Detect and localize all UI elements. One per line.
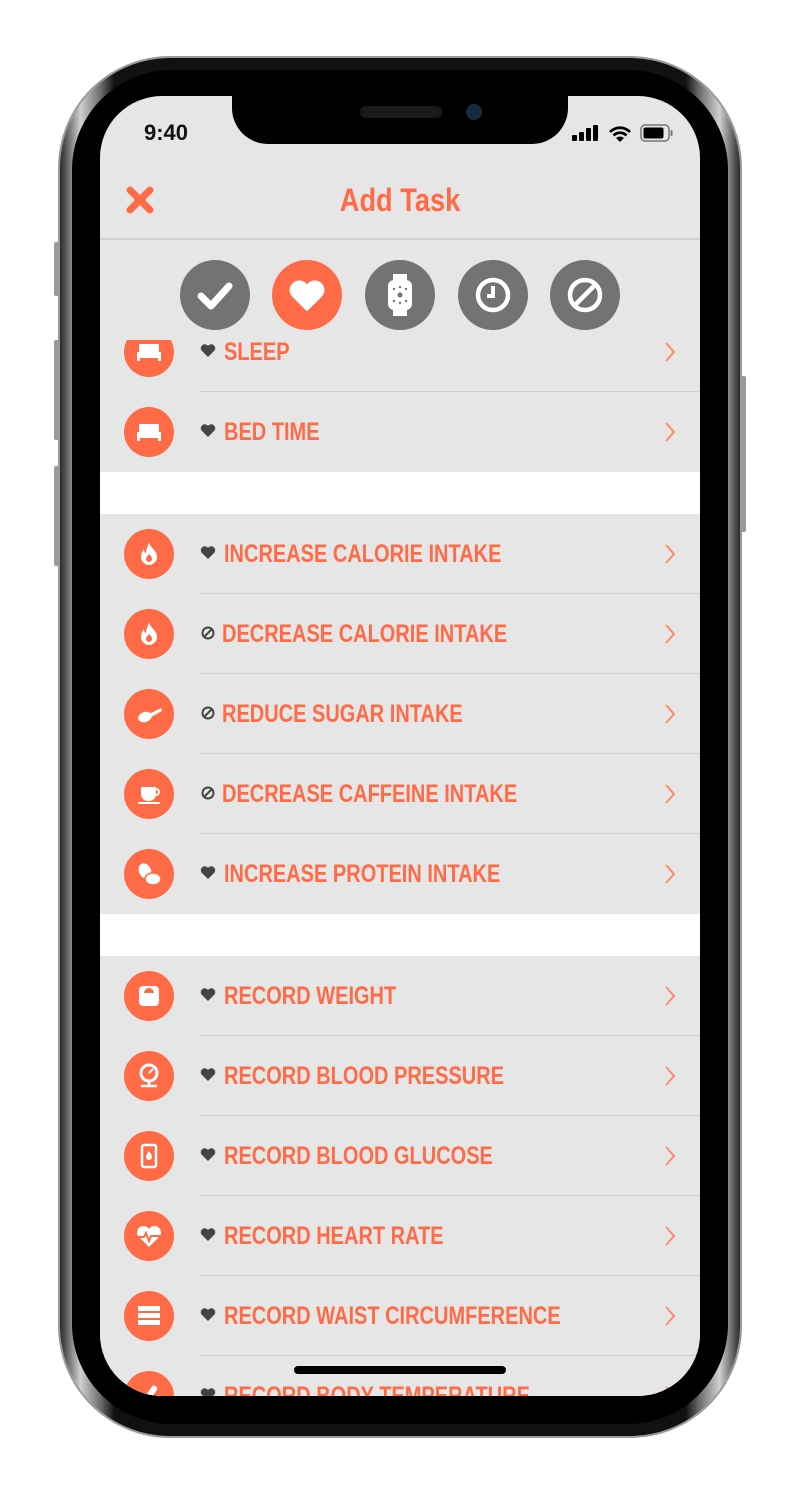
ban-icon [201,706,215,720]
task-label: DECREASE CALORIE INTAKE [222,620,508,648]
task-row-increase-protein-intake[interactable]: INCREASE PROTEIN INTAKE [100,834,700,914]
screen: 9:40 Add Task SLEEP BED TIME INCREASE CALO… [100,96,700,1396]
filter-watch-button[interactable] [365,260,435,330]
task-section: SLEEP BED TIME [100,340,700,472]
section-spacer [100,472,700,514]
heart-icon [200,1148,216,1161]
ban-icon [567,277,603,313]
volume-down-button [54,466,60,566]
bed-icon [124,340,174,377]
scale-icon [124,971,174,1021]
task-row-record-waist-circumference[interactable]: RECORD WAIST CIRCUMFERENCE [100,1276,700,1356]
chevron-right-icon [665,986,676,1006]
spoon-icon [124,689,174,739]
task-section: INCREASE CALORIE INTAKE DECREASE CALORIE … [100,514,700,914]
ban-icon [201,786,215,800]
camera [466,104,482,120]
tape-measure-icon [124,1291,174,1341]
speaker [360,106,442,118]
chevron-right-icon [665,544,676,564]
chevron-right-icon [665,704,676,724]
heart-icon [200,1068,216,1081]
glucose-meter-icon [124,1131,174,1181]
page-title: Add Task [339,182,461,218]
task-label: RECORD BODY TEMPERATURE [224,1382,530,1396]
heart-icon [200,1388,216,1396]
filter-bar [100,240,700,340]
coffee-cup-icon [124,769,174,819]
heart-icon [200,866,216,879]
task-row-record-weight[interactable]: RECORD WEIGHT [100,956,700,1036]
chevron-right-icon [665,422,676,442]
task-row-increase-calorie-intake[interactable]: INCREASE CALORIE INTAKE [100,514,700,594]
filter-heart-button[interactable] [272,260,342,330]
task-list[interactable]: SLEEP BED TIME INCREASE CALORIE INTAKE DECR… [100,340,700,1396]
mute-switch [54,242,60,296]
task-label: SLEEP [224,340,290,366]
task-row-decrease-caffeine-intake[interactable]: DECREASE CAFFEINE INTAKE [100,754,700,834]
eggs-icon [124,849,174,899]
chevron-right-icon [665,342,676,362]
task-section: RECORD WEIGHT RECORD BLOOD PRESSURE RECORD… [100,956,700,1396]
task-label: RECORD BLOOD GLUCOSE [224,1142,493,1170]
heart-icon [289,280,325,312]
task-row-sleep[interactable]: SLEEP [100,340,700,392]
filter-ban-button[interactable] [550,260,620,330]
chevron-right-icon [665,1066,676,1086]
watch-icon [388,274,412,316]
volume-up-button [54,340,60,440]
task-label: REDUCE SUGAR INTAKE [222,700,463,728]
filter-clock-button[interactable] [458,260,528,330]
chevron-right-icon [665,624,676,644]
task-row-reduce-sugar-intake[interactable]: REDUCE SUGAR INTAKE [100,674,700,754]
clock-icon [475,277,511,313]
task-label: INCREASE CALORIE INTAKE [224,540,502,568]
status-time: 9:40 [144,120,189,145]
task-label: RECORD WAIST CIRCUMFERENCE [224,1302,561,1330]
chevron-right-icon [665,784,676,804]
task-row-record-blood-glucose[interactable]: RECORD BLOOD GLUCOSE [100,1116,700,1196]
side-button [740,376,746,532]
heart-icon [200,424,216,437]
filter-checkmark-button[interactable] [180,260,250,330]
chevron-right-icon [665,1146,676,1166]
section-spacer [100,914,700,956]
bed-icon [124,407,174,457]
chevron-right-icon [665,1386,676,1396]
task-label: DECREASE CAFFEINE INTAKE [222,780,518,808]
battery-icon [640,124,673,142]
chevron-right-icon [665,864,676,884]
task-row-bed-time[interactable]: BED TIME [100,392,700,472]
task-label: RECORD HEART RATE [224,1222,444,1250]
flame-icon [124,529,174,579]
status-icons [572,124,674,142]
task-row-record-blood-pressure[interactable]: RECORD BLOOD PRESSURE [100,1036,700,1116]
heart-icon [200,988,216,1001]
task-label: BED TIME [224,418,320,446]
heart-icon [200,1228,216,1241]
chevron-right-icon [665,1226,676,1246]
ban-icon [201,626,215,640]
signal-icon [572,125,598,141]
heart-rate-icon [124,1211,174,1261]
wifi-icon [609,125,631,142]
heart-icon [200,546,216,559]
task-label: RECORD BLOOD PRESSURE [224,1062,505,1090]
chevron-right-icon [665,1306,676,1326]
thermometer-icon [124,1371,174,1396]
blood-pressure-gauge-icon [124,1051,174,1101]
task-label: RECORD WEIGHT [224,982,397,1010]
task-row-record-body-temperature[interactable]: RECORD BODY TEMPERATURE [100,1356,700,1396]
notch [232,96,568,144]
nav-header: Add Task [100,156,700,240]
task-label: INCREASE PROTEIN INTAKE [224,860,501,888]
task-row-record-heart-rate[interactable]: RECORD HEART RATE [100,1196,700,1276]
home-indicator[interactable] [294,1366,506,1374]
flame-icon [124,609,174,659]
heart-icon [200,344,216,357]
task-row-decrease-calorie-intake[interactable]: DECREASE CALORIE INTAKE [100,594,700,674]
heart-icon [200,1308,216,1321]
checkmark-icon [197,282,233,310]
